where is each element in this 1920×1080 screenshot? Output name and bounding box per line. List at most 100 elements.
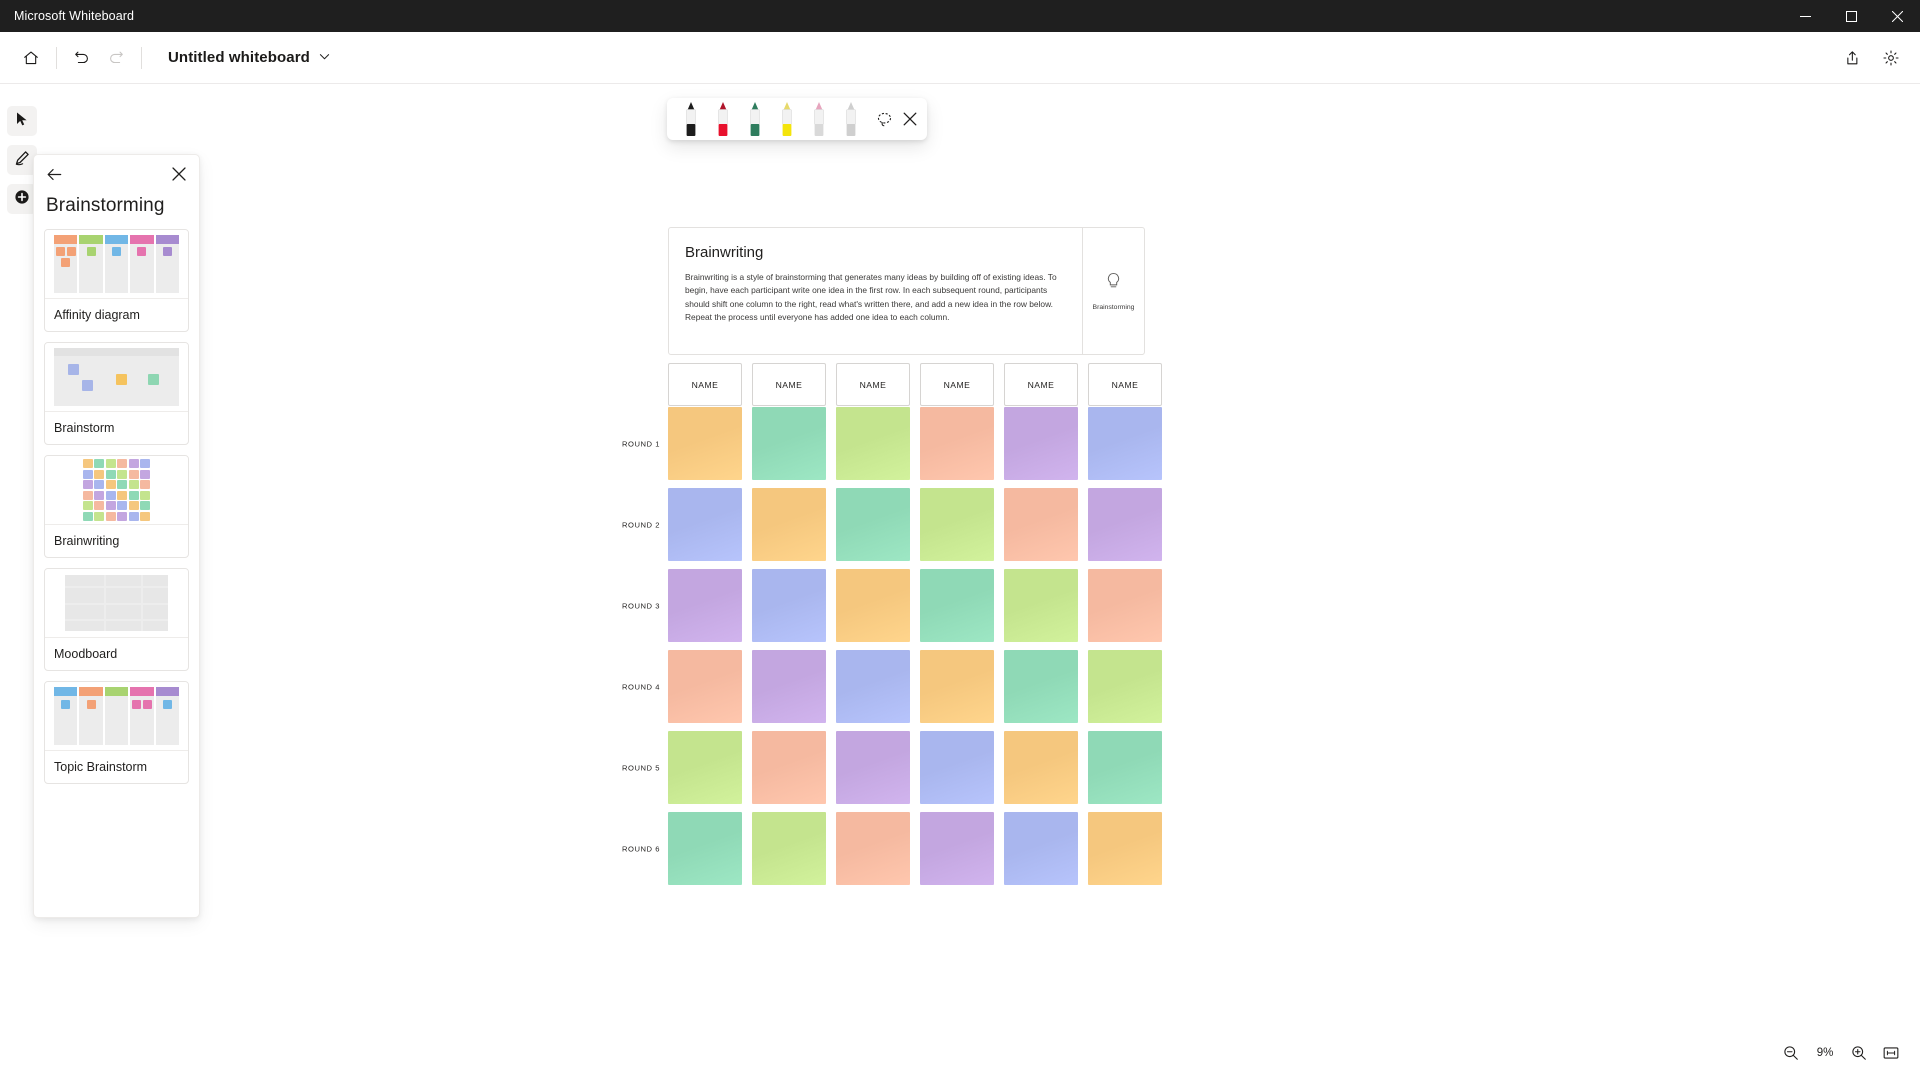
board-sticky-note[interactable] xyxy=(920,650,994,723)
maximize-button[interactable] xyxy=(1828,0,1874,32)
template-card-brainwriting[interactable]: Brainwriting xyxy=(44,455,189,558)
board-sticky-note[interactable] xyxy=(1088,650,1162,723)
board-sticky-note[interactable] xyxy=(1004,731,1078,804)
board-sticky-note[interactable] xyxy=(836,569,910,642)
select-tool-button[interactable] xyxy=(7,106,37,136)
arrow-left-icon[interactable] xyxy=(43,163,65,185)
board-name-cell-4[interactable]: NAME xyxy=(920,363,994,406)
canvas-stage[interactable]: Brainstorming Affinity diagram Brainstor… xyxy=(0,84,1920,1080)
board-header-main: Brainwriting Brainwriting is a style of … xyxy=(669,228,1082,354)
board-name-cell-1[interactable]: NAME xyxy=(668,363,742,406)
board-sticky-note[interactable] xyxy=(668,407,742,480)
board-name-cell-6[interactable]: NAME xyxy=(1088,363,1162,406)
board-name-cell-2[interactable]: NAME xyxy=(752,363,826,406)
board-sticky-note[interactable] xyxy=(1088,407,1162,480)
board-sticky-note[interactable] xyxy=(836,650,910,723)
board-sticky-note[interactable] xyxy=(1088,569,1162,642)
close-panel-icon[interactable] xyxy=(169,164,189,184)
board-sticky-note[interactable] xyxy=(668,488,742,561)
affinity-note xyxy=(162,247,172,256)
board-sticky-note[interactable] xyxy=(752,650,826,723)
lasso-select-icon[interactable] xyxy=(875,105,893,133)
board-sticky-note[interactable] xyxy=(752,812,826,885)
pen-red-icon xyxy=(718,102,728,136)
board-row-label: ROUND 3 xyxy=(621,601,660,610)
board-sticky-note[interactable] xyxy=(752,407,826,480)
board-sticky-note[interactable] xyxy=(752,731,826,804)
affinity-column-header xyxy=(54,235,78,244)
redo-icon[interactable] xyxy=(99,41,133,75)
close-button[interactable] xyxy=(1874,0,1920,32)
fit-to-screen-icon[interactable] xyxy=(1876,1038,1906,1068)
zoom-level-label[interactable]: 9% xyxy=(1808,1047,1842,1059)
board-header-card[interactable]: Brainwriting Brainwriting is a style of … xyxy=(668,227,1145,355)
share-icon[interactable] xyxy=(1834,41,1868,75)
board-sticky-note[interactable] xyxy=(668,812,742,885)
template-card-affinity-diagram[interactable]: Affinity diagram xyxy=(44,229,189,332)
topic-column xyxy=(155,687,180,745)
brainwriting-thumb-note xyxy=(140,469,151,479)
board-sticky-note[interactable] xyxy=(752,569,826,642)
moodboard-thumb-graphic xyxy=(65,575,168,631)
board-sticky-note[interactable] xyxy=(752,488,826,561)
affinity-notes xyxy=(137,244,147,256)
board-sticky-note[interactable] xyxy=(836,731,910,804)
document-title-button[interactable]: Untitled whiteboard xyxy=(160,45,338,71)
pen-black-button[interactable] xyxy=(675,99,707,139)
board-sticky-note[interactable] xyxy=(668,569,742,642)
board-sticky-note[interactable] xyxy=(1088,731,1162,804)
divider xyxy=(141,46,142,69)
board-sticky-note[interactable] xyxy=(1004,569,1078,642)
board-sticky-note[interactable] xyxy=(1004,812,1078,885)
zoom-in-icon[interactable] xyxy=(1844,1038,1874,1068)
board-sticky-note[interactable] xyxy=(836,488,910,561)
topic-column-header xyxy=(79,687,103,696)
topic-notes xyxy=(162,696,172,709)
affinity-column xyxy=(79,235,103,293)
board-sticky-note[interactable] xyxy=(920,812,994,885)
template-card-topic-brainstorm[interactable]: Topic Brainstorm xyxy=(44,681,189,784)
board-sticky-note[interactable] xyxy=(1004,488,1078,561)
board-sticky-note[interactable] xyxy=(668,650,742,723)
brainwriting-thumb-note xyxy=(128,459,139,469)
pen-green-button[interactable] xyxy=(739,99,771,139)
brainwriting-thumb-note xyxy=(128,469,139,479)
board-sticky-note[interactable] xyxy=(920,569,994,642)
board-name-cell-5[interactable]: NAME xyxy=(1004,363,1078,406)
eraser-button[interactable] xyxy=(803,99,835,139)
affinity-notes xyxy=(86,244,96,256)
board-sticky-note[interactable] xyxy=(1004,650,1078,723)
board-sticky-note[interactable] xyxy=(920,731,994,804)
ruler-button[interactable] xyxy=(835,99,867,139)
board-sticky-note[interactable] xyxy=(1088,812,1162,885)
minimize-button[interactable] xyxy=(1782,0,1828,32)
board-sticky-note[interactable] xyxy=(836,812,910,885)
gear-icon[interactable] xyxy=(1874,41,1908,75)
board-sticky-note[interactable] xyxy=(1088,488,1162,561)
board-sticky-note[interactable] xyxy=(836,407,910,480)
undo-icon[interactable] xyxy=(65,41,99,75)
template-card-brainstorm[interactable]: Brainstorm xyxy=(44,342,189,445)
moodboard-tile xyxy=(105,621,142,631)
moodboard-tile xyxy=(105,575,142,587)
pen-red-button[interactable] xyxy=(707,99,739,139)
brainwriting-board[interactable]: Brainwriting Brainwriting is a style of … xyxy=(622,227,1162,885)
close-pen-toolbar-icon[interactable] xyxy=(901,105,919,133)
template-label: Topic Brainstorm xyxy=(45,750,188,783)
board-name-cell-3[interactable]: NAME xyxy=(836,363,910,406)
affinity-note xyxy=(137,247,147,256)
home-icon[interactable] xyxy=(14,41,48,75)
brainwriting-thumb-note xyxy=(105,480,116,490)
moodboard-tile xyxy=(143,575,168,587)
board-sticky-note[interactable] xyxy=(668,731,742,804)
board-sticky-note[interactable] xyxy=(920,488,994,561)
zoom-out-icon[interactable] xyxy=(1776,1038,1806,1068)
board-sticky-note[interactable] xyxy=(1004,407,1078,480)
highlighter-yellow-button[interactable] xyxy=(771,99,803,139)
board-sticky-note[interactable] xyxy=(920,407,994,480)
board-description: Brainwriting is a style of brainstorming… xyxy=(685,272,1057,323)
topic-notes xyxy=(131,696,152,709)
plus-circle-icon xyxy=(14,189,30,210)
topic-column-header xyxy=(54,687,78,696)
template-card-moodboard[interactable]: Moodboard xyxy=(44,568,189,671)
